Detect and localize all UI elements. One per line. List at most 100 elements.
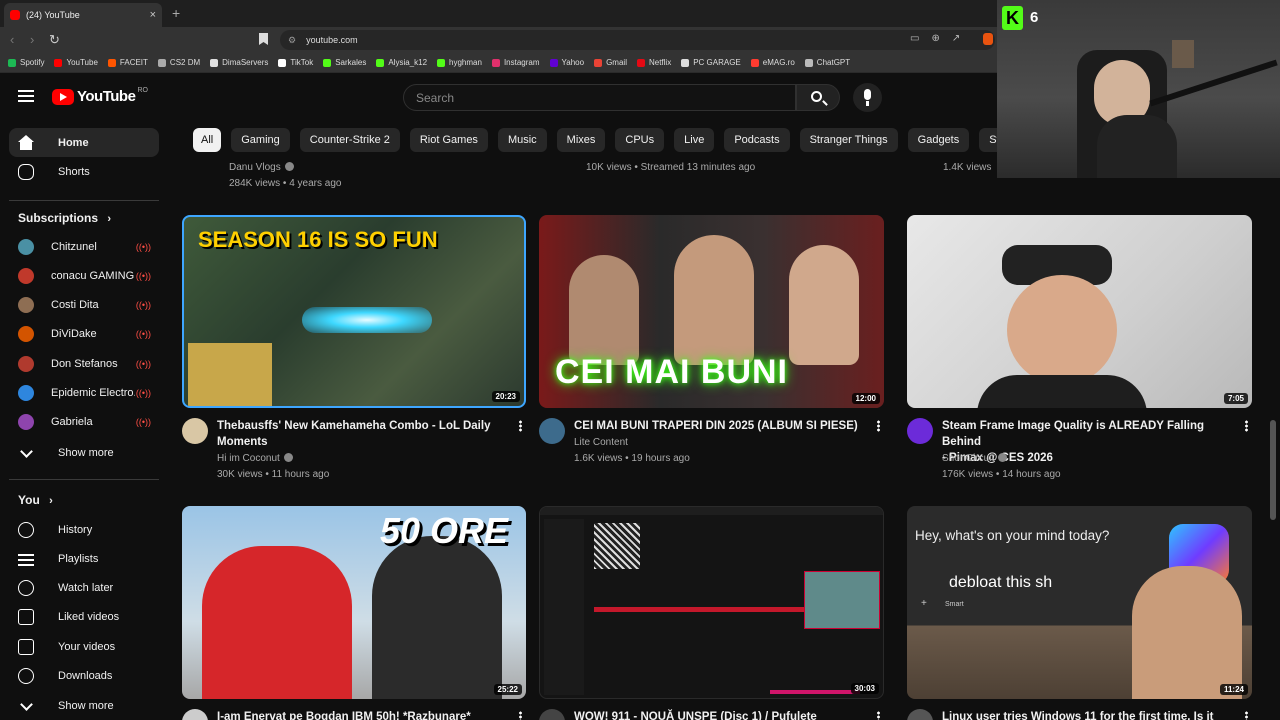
tab-close-icon[interactable]: × (150, 9, 156, 21)
channel-name[interactable]: Danu Vlogs (229, 162, 281, 173)
zoom-icon[interactable]: ⊕ (931, 33, 939, 44)
bookmark-item[interactable]: Spotify (8, 58, 44, 67)
video-title[interactable]: WOW! 911 - NOUĂ UNSPE (Disc 1) / Pufulet… (574, 709, 869, 720)
channel-avatar[interactable] (907, 709, 933, 720)
more-options-icon[interactable] (1245, 711, 1248, 720)
sidebar-subscription[interactable]: Epidemic Electro... ((•)) (9, 379, 159, 408)
site-info-icon[interactable]: ⚙ (288, 35, 296, 46)
scrollbar[interactable] (1270, 420, 1276, 520)
video-thumbnail[interactable]: 50 ORE 25:22 (182, 506, 526, 699)
bookmark-item[interactable]: Sarkales (323, 58, 366, 67)
video-title[interactable]: Thebausffs' New Kamehameha Combo - LoL D… (217, 418, 507, 450)
voice-search-icon[interactable] (853, 83, 882, 112)
bookmark-item[interactable]: FACEIT (107, 58, 148, 67)
bookmark-item[interactable]: YouTube (54, 58, 98, 67)
menu-icon[interactable] (18, 90, 34, 102)
filter-chip[interactable]: Podcasts (724, 128, 790, 152)
video-thumbnail[interactable]: 7:05 (907, 215, 1252, 408)
sidebar-item-watch-later[interactable]: Watch later (9, 574, 159, 603)
bookmark-item[interactable]: Yahoo (549, 58, 584, 67)
bookmark-item[interactable]: eMAG.ro (750, 58, 795, 67)
new-tab-button[interactable]: + (172, 5, 180, 21)
channel-name[interactable]: ShortCircuit (942, 453, 1008, 464)
video-duration: 11:24 (1219, 684, 1248, 695)
you-heading[interactable]: You › (18, 493, 53, 507)
video-title[interactable]: CEI MAI BUNI TRAPERI DIN 2025 (ALBUM SI … (574, 418, 869, 434)
filter-chip[interactable]: Counter-Strike 2 (299, 128, 400, 152)
channel-avatar[interactable] (182, 418, 208, 444)
bookmark-item[interactable]: PC GARAGE (681, 58, 741, 67)
bookmark-item[interactable]: Instagram (491, 58, 540, 67)
bookmark-item[interactable]: DimaServers (210, 58, 268, 67)
filter-chip[interactable]: CPUs (615, 128, 665, 152)
video-thumbnail[interactable]: Hey, what's on your mind today? debloat … (907, 506, 1252, 699)
more-options-icon[interactable] (519, 420, 522, 432)
back-icon[interactable]: ‹ (10, 32, 14, 47)
sidebar-item-liked-videos[interactable]: Liked videos (9, 603, 159, 632)
show-more-button-2[interactable]: Show more (9, 691, 159, 720)
more-options-icon[interactable] (519, 711, 522, 720)
youtube-logo[interactable]: YouTube RO (52, 87, 148, 105)
subscription-label: Costi Dita (51, 299, 99, 312)
bookmark-label: FACEIT (119, 58, 148, 67)
bookmark-item[interactable]: ChatGPT (804, 58, 850, 67)
channel-avatar[interactable] (539, 418, 565, 444)
share-icon[interactable]: ↗ (952, 33, 960, 44)
sidebar-item-home[interactable]: Home (9, 128, 159, 157)
sidebar-subscription[interactable]: Gabriela ((•)) (9, 408, 159, 437)
sidebar-subscription[interactable]: Chitzunel ((•)) (9, 232, 159, 261)
forward-icon[interactable]: › (30, 32, 34, 47)
bookmark-item[interactable]: Gmail (594, 58, 627, 67)
filter-chip[interactable]: Mixes (556, 128, 606, 152)
subscriptions-heading[interactable]: Subscriptions › (18, 211, 111, 225)
sidebar-subscription[interactable]: conacu GAMING ((•)) (9, 261, 159, 290)
bookmark-item[interactable]: Netflix (636, 58, 671, 67)
filter-chip[interactable]: Gaming (231, 128, 290, 152)
more-options-icon[interactable] (877, 420, 880, 432)
sidebar-item-history[interactable]: History (9, 515, 159, 544)
sidebar-subscription[interactable]: DiViDake ((•)) (9, 320, 159, 349)
more-options-icon[interactable] (1245, 420, 1248, 432)
video-title[interactable]: Linux user tries Windows 11 for the firs… (942, 709, 1237, 720)
channel-name[interactable]: Hi im Coconut (217, 453, 293, 464)
cast-icon[interactable]: ▭ (910, 33, 919, 44)
sidebar-item-downloads[interactable]: Downloads (9, 662, 159, 691)
person-red-hoodie (202, 546, 352, 699)
browser-tab[interactable]: (24) YouTube × (4, 3, 162, 27)
filter-chip[interactable]: All (193, 128, 222, 152)
bookmark-icon[interactable] (259, 33, 268, 45)
bookmark-item[interactable]: Alysia_k12 (376, 58, 427, 67)
video-duration: 25:22 (493, 684, 522, 695)
video-thumbnail[interactable]: SEASON 16 IS SO FUN 20:23 (182, 215, 526, 408)
brave-shield-icon[interactable] (983, 33, 993, 45)
video-title[interactable]: I-am Enervat pe Bogdan IBM 50h! *Razbuna… (217, 709, 507, 720)
sidebar-subscription[interactable]: Don Stefanos ((•)) (9, 349, 159, 378)
filter-chip[interactable]: Live (674, 128, 715, 152)
channel-avatar[interactable] (907, 418, 933, 444)
sidebar-item-your-videos[interactable]: Your videos (9, 632, 159, 661)
search-button[interactable] (796, 84, 840, 111)
sidebar-subscription[interactable]: Costi Dita ((•)) (9, 291, 159, 320)
filter-chip[interactable]: Gadgets (907, 128, 970, 152)
channel-avatar[interactable] (182, 709, 208, 720)
filter-chip[interactable]: Riot Games (409, 128, 488, 152)
filter-chip[interactable]: Music (497, 128, 547, 152)
more-options-icon[interactable] (877, 711, 880, 720)
bookmark-item[interactable]: TikTok (278, 58, 313, 67)
channel-name[interactable]: Lite Content (574, 437, 628, 448)
address-bar[interactable]: ⚙ youtube.com (280, 30, 995, 50)
bookmark-favicon-icon (323, 58, 332, 67)
bookmark-item[interactable]: hyghman (437, 58, 482, 67)
search-input[interactable]: Search (403, 84, 796, 111)
channel-avatar[interactable] (539, 709, 565, 720)
reload-icon[interactable]: ↻ (49, 32, 60, 48)
video-thumbnail[interactable]: 30:03 (539, 506, 884, 699)
sidebar-item-shorts[interactable]: Shorts (9, 157, 159, 186)
video-thumbnail[interactable]: CEI MAI BUNI 12:00 (539, 215, 884, 408)
filter-chip[interactable]: Stranger Things (799, 128, 898, 152)
show-more-button[interactable]: Show more (9, 438, 159, 467)
bookmark-label: Gmail (606, 58, 627, 67)
video-meta: WOW! 911 - NOUĂ UNSPE (Disc 1) / Pufulet… (539, 709, 884, 720)
sidebar-item-playlists[interactable]: Playlists (9, 544, 159, 573)
bookmark-item[interactable]: CS2 DM (157, 58, 200, 67)
